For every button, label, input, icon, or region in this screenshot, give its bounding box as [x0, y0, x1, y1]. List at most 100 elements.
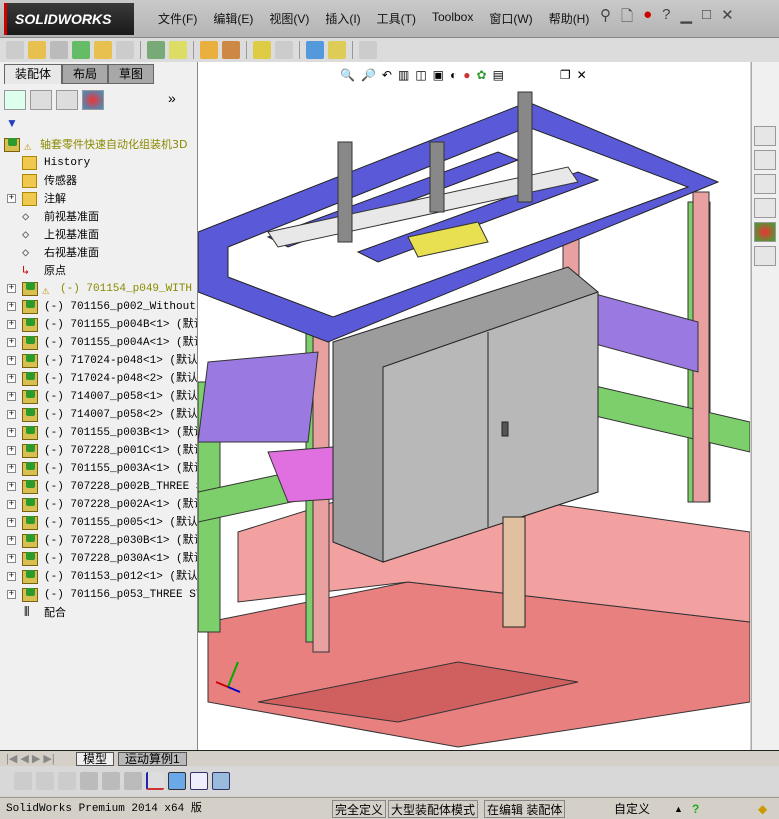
units-arrow-icon[interactable]: ▲	[672, 800, 685, 818]
edit-appearance-icon[interactable]: ●	[463, 68, 470, 82]
save-icon[interactable]	[212, 772, 230, 790]
expand-icon[interactable]: +	[7, 356, 16, 365]
menu-item[interactable]: 视图(V)	[261, 10, 317, 27]
expand-icon[interactable]: +	[7, 536, 16, 545]
custom-properties-icon[interactable]	[754, 246, 776, 266]
tab-scroll-arrows[interactable]: |◀ ◀ ▶ ▶|	[6, 752, 55, 765]
units-selector[interactable]: 自定义	[612, 800, 652, 818]
tree-item[interactable]: + (-) 701155_p004A<1> (默认	[0, 334, 197, 352]
tree-item[interactable]: + (-) 714007_p058<1> (默认<	[0, 388, 197, 406]
feature-manager-icon[interactable]	[4, 90, 26, 110]
axis-icon[interactable]	[146, 772, 164, 790]
section-view-icon[interactable]: ▥	[398, 68, 409, 82]
table-icon[interactable]	[190, 772, 208, 790]
tab-model[interactable]: 模型	[76, 752, 115, 766]
expand-icon[interactable]: +	[7, 482, 16, 491]
tree-item[interactable]: + (-) 707228_p002A<1> (默认	[0, 496, 197, 514]
expand-icon[interactable]: +	[7, 464, 16, 473]
menu-item[interactable]: 编辑(E)	[205, 10, 261, 27]
property-manager-icon[interactable]	[30, 90, 52, 110]
help-icon[interactable]: ?	[690, 800, 701, 818]
view-orientation-icon[interactable]: ◫	[415, 68, 426, 82]
tree-item[interactable]: + (-) 701155_p003A<1> (默认	[0, 460, 197, 478]
tree-item[interactable]: + (-) 707228_p002B_THREE STA	[0, 478, 197, 496]
tree-item[interactable]: ⫴ 配合	[0, 604, 197, 622]
show-hidden-icon[interactable]	[116, 41, 134, 59]
menu-item[interactable]: 文件(F)	[150, 10, 205, 27]
zoom-to-fit-icon[interactable]: 🔍	[340, 68, 355, 82]
move-component-icon[interactable]	[94, 41, 112, 59]
tree-item[interactable]: + (-) 701153_p012<1> (默认<	[0, 568, 197, 586]
assembly-model[interactable]	[197, 62, 751, 750]
tree-item[interactable]: + (-) 714007_p058<2> (默认<	[0, 406, 197, 424]
mate-icon[interactable]	[28, 41, 46, 59]
file-explorer-icon[interactable]	[754, 174, 776, 194]
tree-item[interactable]: + (-) 707228_p001C<1> (默认	[0, 442, 197, 460]
maximize-button[interactable]: □	[702, 6, 711, 31]
filter-icon[interactable]: ▼	[6, 116, 18, 130]
expand-icon[interactable]: +	[7, 410, 16, 419]
calculate-icon[interactable]	[14, 772, 32, 790]
expand-icon[interactable]: +	[7, 194, 16, 203]
tree-item[interactable]: ◇ 上视基准面	[0, 226, 197, 244]
tree-item[interactable]: ⚠ 轴套零件快速自动化组装机3D	[0, 136, 197, 154]
insert-components-icon[interactable]	[6, 41, 24, 59]
previous-view-icon[interactable]: ↶	[382, 68, 392, 82]
expand-icon[interactable]: +	[7, 338, 16, 347]
restore-viewport-icon[interactable]: ❐	[560, 68, 571, 82]
clearance-verification-icon[interactable]	[328, 41, 346, 59]
expand-panel-icon[interactable]: »	[168, 90, 176, 110]
menu-item[interactable]: Toolbox	[424, 10, 481, 27]
tree-item[interactable]: ◇ 右视基准面	[0, 244, 197, 262]
tag-icon[interactable]: ◆	[756, 800, 769, 818]
tab-assembly[interactable]: 装配体	[4, 64, 63, 84]
tree-item[interactable]: + (-) 701155_p004B<1> (默认	[0, 316, 197, 334]
display-style-icon[interactable]: ▣	[433, 68, 444, 82]
rebuild-traffic-light-icon[interactable]: ●	[643, 6, 652, 31]
close-button[interactable]: ✕	[721, 6, 734, 31]
exploded-view-icon[interactable]	[253, 41, 271, 59]
expand-icon[interactable]: +	[7, 428, 16, 437]
expand-icon[interactable]: +	[7, 554, 16, 563]
tree-item[interactable]: History	[0, 154, 197, 172]
expand-icon[interactable]: +	[7, 302, 16, 311]
linear-pattern-icon[interactable]	[50, 41, 68, 59]
new-motion-study-icon[interactable]	[200, 41, 218, 59]
expand-icon[interactable]: +	[7, 374, 16, 383]
pin-icon[interactable]: ⚲	[600, 6, 611, 31]
tree-item[interactable]: + (-) 701156_p002_Without M	[0, 298, 197, 316]
tree-item[interactable]: + (-) 717024-p048<1> (默认<	[0, 352, 197, 370]
expand-icon[interactable]: +	[7, 320, 16, 329]
expand-icon[interactable]: +	[7, 446, 16, 455]
3d-view-icon[interactable]	[168, 772, 186, 790]
tree-item[interactable]: + ⚠ (-) 701154_p049_WITH EN	[0, 280, 197, 298]
tree-item[interactable]: + 注解	[0, 190, 197, 208]
tree-item[interactable]: 传感器	[0, 172, 197, 190]
solidworks-logo[interactable]: SOLIDWORKS	[4, 3, 134, 35]
view-palette-icon[interactable]	[754, 198, 776, 218]
graphics-area[interactable]	[197, 62, 751, 750]
design-library-icon[interactable]	[754, 150, 776, 170]
menu-item[interactable]: 帮助(H)	[541, 10, 598, 27]
tree-item[interactable]: + (-) 701156_p053_THREE STA	[0, 586, 197, 604]
reference-geometry-icon[interactable]	[169, 41, 187, 59]
split-icon[interactable]	[124, 772, 142, 790]
smart-fasteners-icon[interactable]	[72, 41, 90, 59]
tree-item[interactable]: + (-) 701155_p005<1> (默认<	[0, 514, 197, 532]
solidworks-resources-icon[interactable]	[754, 126, 776, 146]
tree-item[interactable]: + (-) 701155_p003B<1> (默认	[0, 424, 197, 442]
expand-icon[interactable]: +	[7, 284, 16, 293]
tree-item[interactable]: + (-) 707228_p030A<1> (默认	[0, 550, 197, 568]
new-document-icon[interactable]: 🗋	[621, 6, 633, 31]
display-manager-icon[interactable]	[82, 90, 104, 110]
expand-icon[interactable]: +	[7, 392, 16, 401]
play-icon[interactable]	[36, 772, 54, 790]
menu-item[interactable]: 插入(I)	[317, 10, 368, 27]
configuration-manager-icon[interactable]	[56, 90, 78, 110]
tree-item[interactable]: ◇ 前视基准面	[0, 208, 197, 226]
close-viewport-icon[interactable]: ✕	[577, 68, 587, 82]
bill-of-materials-icon[interactable]	[222, 41, 240, 59]
help-icon[interactable]: ?	[662, 6, 670, 31]
grid-icon[interactable]	[102, 772, 120, 790]
list-icon[interactable]	[80, 772, 98, 790]
